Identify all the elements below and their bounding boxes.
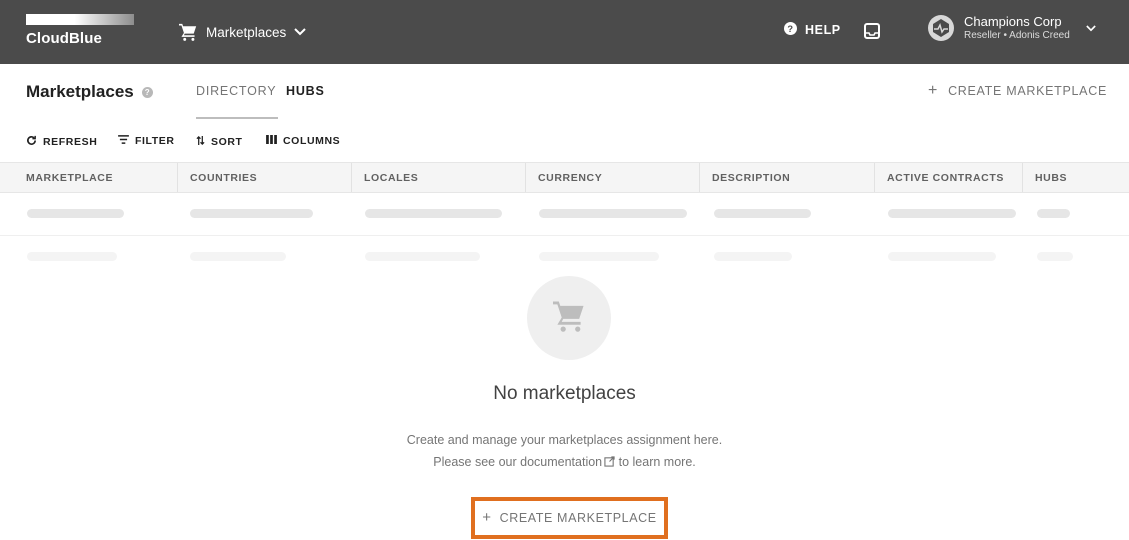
tab-directory[interactable]: DIRECTORY <box>196 84 276 98</box>
row-divider <box>0 235 1129 236</box>
skeleton-cell <box>888 252 996 261</box>
empty-state-line2: Please see our documentation to learn mo… <box>0 451 1129 473</box>
plus-icon: + <box>928 82 939 99</box>
refresh-button[interactable]: REFRESH <box>26 135 97 149</box>
cart-icon <box>551 300 587 337</box>
table-header: MARKETPLACE COUNTRIES LOCALES CURRENCY D… <box>0 162 1129 193</box>
line2-suffix: to learn more. <box>618 455 696 469</box>
skeleton-cell <box>1037 209 1070 218</box>
help-button[interactable]: ? HELP <box>784 22 841 38</box>
filter-label: FILTER <box>135 135 175 147</box>
inbox-icon[interactable] <box>864 23 880 44</box>
cart-icon <box>178 23 198 41</box>
skeleton-cell <box>27 252 117 261</box>
column-header-active-contracts[interactable]: ACTIVE CONTRACTS <box>875 163 1023 192</box>
help-icon: ? <box>784 22 797 38</box>
active-tab-indicator <box>196 117 278 119</box>
column-header-marketplace[interactable]: MARKETPLACE <box>14 163 178 192</box>
column-header-description[interactable]: DESCRIPTION <box>700 163 875 192</box>
sort-button[interactable]: SORT <box>196 135 243 149</box>
skeleton-cell <box>888 209 1016 218</box>
avatar <box>928 15 954 41</box>
cloudblue-logo[interactable]: CloudBlue <box>26 14 136 50</box>
empty-state-illustration <box>527 276 611 360</box>
skeleton-cell <box>539 209 687 218</box>
tab-hubs[interactable]: HUBS <box>286 84 325 98</box>
chevron-down-icon <box>294 28 307 36</box>
create-marketplace-label: CREATE MARKETPLACE <box>499 511 657 525</box>
filter-icon <box>118 135 129 147</box>
account-role: Reseller • Adonis Creed <box>964 29 1070 41</box>
skeleton-cell <box>539 252 659 261</box>
info-icon[interactable]: ? <box>141 86 153 98</box>
sort-label: SORT <box>211 136 243 148</box>
create-marketplace-button[interactable]: + CREATE MARKETPLACE <box>471 497 668 539</box>
skeleton-cell <box>27 209 124 218</box>
filter-button[interactable]: FILTER <box>118 135 175 147</box>
column-header-countries[interactable]: COUNTRIES <box>178 163 352 192</box>
empty-state-line1: Create and manage your marketplaces assi… <box>406 433 723 447</box>
skeleton-cell <box>1037 252 1073 261</box>
page-title: Marketplaces ? <box>26 82 153 102</box>
skeleton-cell <box>190 252 286 261</box>
line2-prefix: Please see our <box>433 455 517 469</box>
create-marketplace-header-button[interactable]: + CREATE MARKETPLACE <box>928 82 1107 99</box>
external-link-icon <box>602 455 615 469</box>
plus-icon: + <box>482 509 492 526</box>
empty-state-title: No marketplaces <box>493 383 636 404</box>
marketplaces-switcher[interactable]: Marketplaces <box>178 20 307 44</box>
skeleton-cell <box>190 209 313 218</box>
columns-icon <box>266 135 277 147</box>
skeleton-cell <box>714 209 811 218</box>
columns-button[interactable]: COLUMNS <box>266 135 340 147</box>
svg-text:?: ? <box>787 24 793 34</box>
top-app-bar: CloudBlue Marketplaces ? HELP Champions … <box>0 0 1129 64</box>
help-label: HELP <box>805 23 841 37</box>
skeleton-cell <box>365 252 480 261</box>
marketplaces-switcher-label: Marketplaces <box>206 24 287 40</box>
documentation-link-label: documentation <box>520 455 603 469</box>
logo-text: CloudBlue <box>26 30 102 47</box>
refresh-icon <box>26 135 37 149</box>
refresh-label: REFRESH <box>43 136 98 148</box>
columns-label: COLUMNS <box>283 135 341 147</box>
documentation-link[interactable]: documentation <box>520 455 619 469</box>
logo-gradient-bar <box>26 14 134 25</box>
column-header-hubs[interactable]: HUBS <box>1023 163 1123 192</box>
page-title-text: Marketplaces <box>26 82 134 101</box>
account-menu[interactable]: Champions Corp Reseller • Adonis Creed <box>928 15 1096 41</box>
sort-icon <box>196 135 205 149</box>
skeleton-cell <box>365 209 502 218</box>
create-marketplace-header-label: CREATE MARKETPLACE <box>948 84 1107 98</box>
skeleton-cell <box>714 252 792 261</box>
chevron-down-icon <box>1086 19 1096 37</box>
column-header-locales[interactable]: LOCALES <box>352 163 526 192</box>
account-name: Champions Corp <box>964 14 1062 30</box>
empty-state-description: Create and manage your marketplaces assi… <box>0 429 1129 473</box>
column-header-currency[interactable]: CURRENCY <box>526 163 700 192</box>
